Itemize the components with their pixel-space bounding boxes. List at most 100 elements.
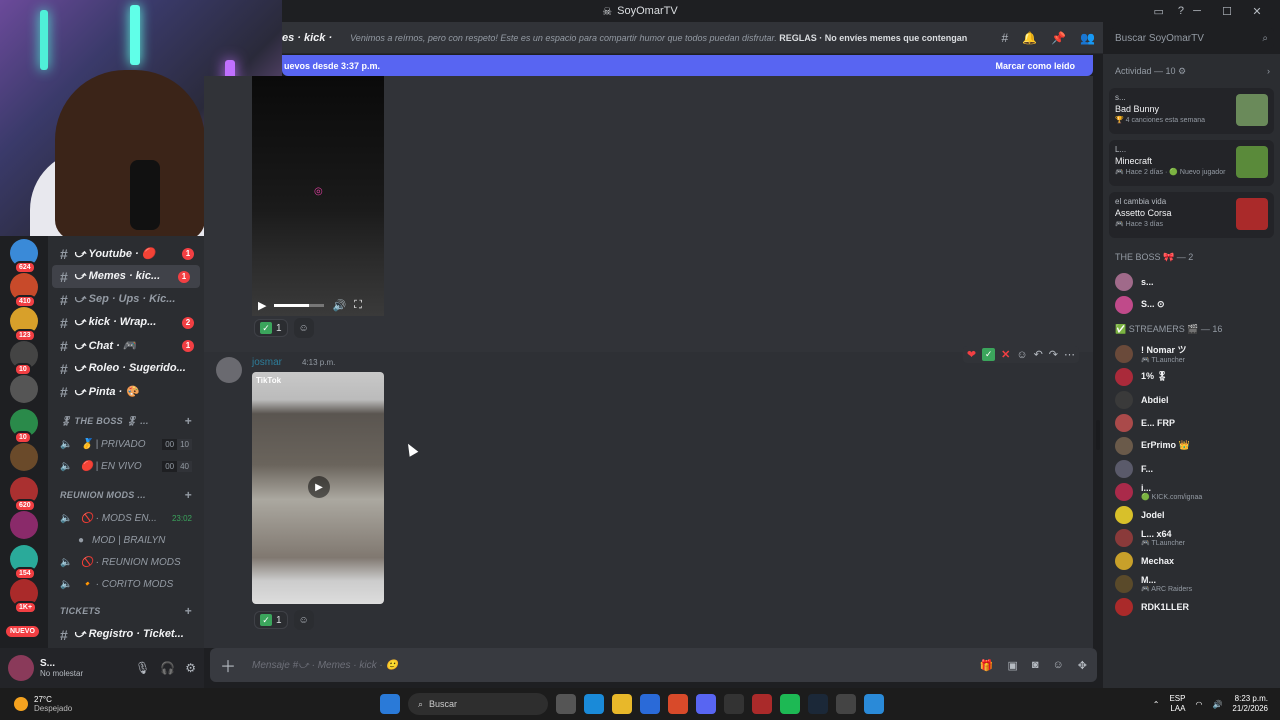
member-item[interactable]: RDK1LLER [1103, 595, 1280, 618]
member-item[interactable]: E... FRP [1103, 411, 1280, 434]
gif-icon[interactable]: ▣ [1007, 659, 1017, 672]
mark-as-read-button[interactable]: Marcar como leído [995, 61, 1075, 71]
explorer-icon[interactable] [612, 694, 632, 714]
activity-header[interactable]: Actividad — 10 ⚙ › [1103, 54, 1280, 88]
task-view-icon[interactable] [556, 694, 576, 714]
start-button[interactable] [380, 694, 400, 714]
server-icon[interactable] [10, 511, 38, 539]
volume-slider[interactable] [274, 303, 325, 307]
more-icon[interactable]: ⋯ [1064, 348, 1075, 361]
obs-icon[interactable] [724, 694, 744, 714]
bell-icon[interactable]: 🔔 [1022, 31, 1037, 45]
threads-icon[interactable]: # [1001, 31, 1008, 45]
wifi-icon[interactable]: ◠ [1195, 700, 1202, 709]
attach-plus-icon[interactable]: ＋ [210, 653, 246, 677]
mic-icon[interactable]: 🎙 [135, 661, 150, 675]
channel-item[interactable]: # ⤻ kick · Wrap... 2 [48, 311, 204, 334]
member-item[interactable]: M... 🎮 ARC Raiders [1103, 572, 1280, 595]
channel-item[interactable]: # ⤻ Roleo · Sugerido... [48, 357, 204, 380]
channel-item[interactable]: # ⤻ Youtube · 🔴 1 [48, 242, 204, 265]
heart-reaction-icon[interactable]: ❤ [967, 348, 976, 361]
volume-icon[interactable]: 🔊 [332, 299, 346, 312]
member-item[interactable]: Mechax [1103, 549, 1280, 572]
activity-card[interactable]: s... Bad Bunny 🏆 4 canciones esta semana [1109, 88, 1274, 134]
avatar[interactable] [8, 655, 34, 681]
member-item[interactable]: L... x64 🎮 TLauncher [1103, 526, 1280, 549]
scrollbar[interactable] [1096, 420, 1100, 450]
emoji-icon[interactable]: ☺ [1053, 659, 1064, 672]
voice-channel[interactable]: ● MOD | BRAILYN [48, 529, 204, 551]
reply-icon[interactable]: ↶ [1034, 348, 1043, 361]
voice-channel[interactable]: 🔈 🥇 | PRIVADO 00 10 [48, 433, 204, 455]
members-icon[interactable]: 👥 [1080, 31, 1095, 45]
play-icon[interactable]: ▶ [308, 476, 330, 498]
member-item[interactable]: ! Nomar ツ 🎮 TLauncher [1103, 342, 1280, 365]
add-channel-icon[interactable]: + [185, 414, 192, 428]
apps-icon[interactable]: ✥ [1078, 659, 1087, 672]
edge-icon[interactable] [584, 694, 604, 714]
spotify-icon[interactable] [780, 694, 800, 714]
avatar[interactable] [216, 357, 242, 383]
chevron-right-icon[interactable]: › [1267, 66, 1270, 76]
server-icon[interactable]: 624 [10, 239, 38, 274]
app-icon[interactable] [836, 694, 856, 714]
member-item[interactable]: s... [1103, 270, 1280, 293]
close-button[interactable]: ✕ [1242, 0, 1272, 22]
member-item[interactable]: Abdiel [1103, 388, 1280, 411]
video-attachment[interactable]: ◎ ▶ 🔊 ⛶ [252, 76, 384, 316]
voice-channel[interactable]: 🔈 🚫 · REUNION MODS [48, 551, 204, 573]
channel-registro-ticket[interactable]: # ⤻ Registro · Ticket... [48, 623, 204, 646]
taskbar-search[interactable]: ⌕ Buscar [408, 693, 548, 715]
server-icon[interactable]: 10 [10, 341, 38, 376]
reaction-check[interactable]: ✓ 1 [254, 319, 288, 337]
category-reunion-mods[interactable]: REUNION MODS ... + [48, 483, 204, 507]
member-item[interactable]: Jodel [1103, 503, 1280, 526]
add-channel-icon[interactable]: + [185, 488, 192, 502]
voice-channel[interactable]: 🔈 🔸 · CORITO MODS [48, 573, 204, 595]
reaction-check[interactable]: ✓ 1 [254, 611, 288, 629]
server-icon[interactable]: 123 [10, 307, 38, 342]
server-icon[interactable] [10, 443, 38, 471]
check-reaction-icon[interactable]: ✓ [982, 348, 996, 361]
app-icon[interactable] [864, 694, 884, 714]
member-item[interactable]: i... 🟢 KICK.com/ignaa [1103, 480, 1280, 503]
gift-icon[interactable]: 🎁 [980, 659, 994, 672]
member-item[interactable]: F... [1103, 457, 1280, 480]
channel-item[interactable]: # ⤻ Chat · 🎮 1 [48, 334, 204, 357]
add-reaction-icon[interactable]: ☺ [1016, 349, 1027, 361]
member-item[interactable]: ErPrimo 👑 [1103, 434, 1280, 457]
discord-icon[interactable] [696, 694, 716, 714]
channel-topic[interactable]: Venimos a reírnos, pero con respeto! Est… [350, 33, 970, 43]
play-icon[interactable]: ▶ [258, 299, 266, 312]
voice-channel[interactable]: 🔈 🚫 · MODS EN... 23:02 [48, 507, 204, 529]
inbox-icon[interactable]: ▭ [1153, 5, 1163, 18]
message-input[interactable]: Mensaje #⤻ · Memes · kick · 🙂 [252, 660, 398, 671]
forward-icon[interactable]: ↷ [1049, 348, 1058, 361]
steam-icon[interactable] [808, 694, 828, 714]
server-icon[interactable]: 10 [10, 409, 38, 444]
message-author[interactable]: josmar [252, 357, 282, 368]
server-icon[interactable]: 410 [10, 273, 38, 308]
activity-card[interactable]: el cambia vida Assetto Corsa 🎮 Hace 3 días [1109, 192, 1274, 238]
chevron-up-icon[interactable]: ⌃ [1153, 700, 1160, 709]
fullscreen-icon[interactable]: ⛶ [354, 299, 362, 312]
speaker-icon[interactable]: 🔊 [1212, 700, 1222, 709]
channel-item[interactable]: # ⤻ Pinta · 🎨 [48, 380, 204, 403]
message-composer[interactable]: ＋ Mensaje #⤻ · Memes · kick · 🙂 🎁 ▣ ◙ ☺ … [210, 648, 1097, 682]
add-reaction-button[interactable]: ☺ [293, 610, 314, 630]
add-channel-icon[interactable]: + [185, 604, 192, 618]
member-item[interactable]: S... ⊙ [1103, 293, 1280, 316]
search-input[interactable]: Buscar SoyOmarTV ⌕ [1110, 28, 1274, 48]
minimize-button[interactable]: ─ [1182, 0, 1212, 22]
server-icon[interactable]: 620 [10, 477, 38, 512]
server-icon[interactable]: 1K+ [10, 579, 38, 614]
activity-card[interactable]: L... Minecraft 🎮 Hace 2 días · 🟢 Nuevo jug… [1109, 140, 1274, 186]
voice-channel[interactable]: 🔈 🔴 | EN VIVO 00 40 [48, 455, 204, 477]
pin-icon[interactable]: 📌 [1051, 31, 1066, 45]
settings-icon[interactable]: ⚙ [185, 661, 196, 675]
store-icon[interactable] [640, 694, 660, 714]
maximize-button[interactable]: ☐ [1212, 0, 1242, 22]
server-icon[interactable]: 154 [10, 545, 38, 580]
video-attachment[interactable]: TikTok ▶ [252, 372, 384, 604]
x-reaction-icon[interactable]: ✕ [1001, 348, 1010, 361]
